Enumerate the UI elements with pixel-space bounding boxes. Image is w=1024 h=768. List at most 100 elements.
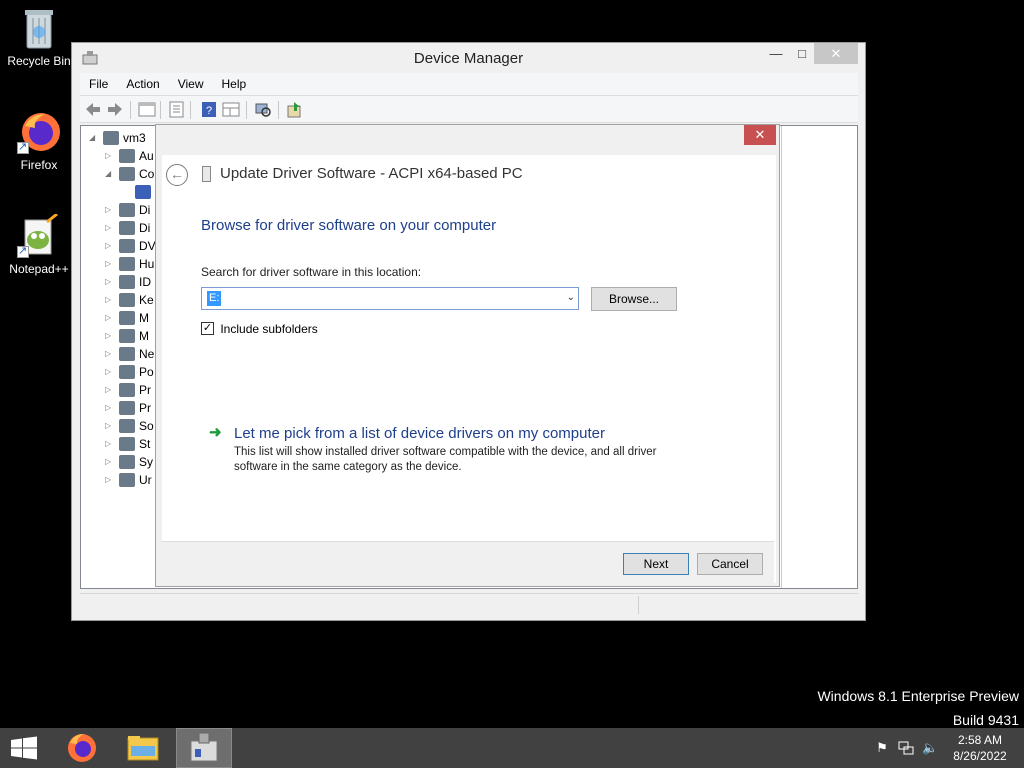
show-hide-console-tree-icon[interactable]	[138, 101, 156, 118]
window-title: Device Manager	[413, 50, 524, 67]
dialog-close-button[interactable]: ✕	[744, 125, 776, 145]
browse-button[interactable]: Browse...	[591, 287, 677, 311]
menu-file[interactable]: File	[80, 73, 117, 91]
collapsed-node-icon[interactable]: ▷	[105, 277, 115, 286]
start-button[interactable]	[0, 728, 48, 768]
tree-item[interactable]: ▷ M	[105, 328, 149, 346]
collapsed-node-icon[interactable]: ▷	[105, 313, 115, 322]
back-arrow-icon[interactable]	[84, 101, 102, 118]
folder-icon	[127, 736, 159, 761]
toolbar-separator	[130, 101, 131, 119]
update-driver-icon[interactable]	[286, 101, 304, 118]
tree-item[interactable]: ▷ Sy	[105, 454, 153, 472]
properties-icon[interactable]	[168, 101, 186, 118]
expanded-node-icon[interactable]: ◢	[105, 169, 115, 178]
back-button[interactable]: ←	[166, 164, 188, 186]
device-manager-titlebar[interactable]: Device Manager — □ ✕	[72, 43, 865, 73]
device-category-icon	[119, 310, 135, 325]
tree-item[interactable]: ◢ Co	[105, 166, 154, 184]
scan-hardware-icon[interactable]	[254, 101, 272, 118]
network-icon[interactable]	[898, 740, 914, 756]
tree-item[interactable]	[121, 184, 155, 202]
device-category-icon	[119, 346, 135, 361]
toolbar: ?	[80, 95, 858, 123]
chevron-down-icon[interactable]: ⌄	[567, 292, 575, 303]
tree-item[interactable]: ▷ ID	[105, 274, 151, 292]
tree-item[interactable]: ▷ M	[105, 310, 149, 328]
device-category-icon	[119, 292, 135, 307]
tree-item[interactable]: ◢ vm3	[89, 130, 146, 148]
pick-from-list-description: This list will show installed driver sof…	[234, 446, 657, 473]
tree-item[interactable]: ▷ Di	[105, 202, 150, 220]
minimize-button[interactable]: —	[762, 43, 790, 64]
menu-help[interactable]: Help	[213, 73, 256, 91]
forward-arrow-icon[interactable]	[106, 101, 124, 118]
taskbar-file-explorer[interactable]	[115, 728, 171, 768]
cancel-button[interactable]: Cancel	[697, 553, 763, 575]
collapsed-node-icon[interactable]: ▷	[105, 457, 115, 466]
device-icon	[202, 166, 211, 182]
tree-item[interactable]: ▷ Di	[105, 220, 150, 238]
search-location-combobox[interactable]: E: ⌄	[201, 287, 579, 310]
collapsed-node-icon[interactable]: ▷	[105, 151, 115, 160]
menu-view[interactable]: View	[169, 73, 213, 91]
tree-item[interactable]: ▷ Po	[105, 364, 154, 382]
device-category-icon	[119, 220, 135, 235]
tree-item-label: Pr	[139, 382, 151, 397]
include-subfolders-checkbox[interactable]: ✓ Include subfolders	[201, 321, 318, 336]
collapsed-node-icon[interactable]: ▷	[105, 421, 115, 430]
collapsed-node-icon[interactable]: ▷	[105, 331, 115, 340]
tree-item[interactable]: ▷ Ne	[105, 346, 154, 364]
collapsed-node-icon[interactable]: ▷	[105, 259, 115, 268]
notepadpp-icon	[17, 212, 61, 258]
desktop-icon-firefox[interactable]: Firefox	[4, 110, 74, 172]
action-center-flag-icon[interactable]: ⚑	[874, 740, 890, 756]
tree-item-label: St	[139, 436, 151, 451]
tree-item[interactable]: ▷ Pr	[105, 382, 151, 400]
tree-item[interactable]: ▷ St	[105, 436, 150, 454]
device-category-icon	[119, 256, 135, 271]
collapsed-node-icon[interactable]: ▷	[105, 475, 115, 484]
tree-item[interactable]: ▷ Ke	[105, 292, 154, 310]
next-button[interactable]: Next	[623, 553, 689, 575]
desktop-icon-notepadpp[interactable]: Notepad++	[4, 212, 74, 276]
device-category-icon	[103, 130, 119, 145]
collapsed-node-icon[interactable]: ▷	[105, 205, 115, 214]
device-category-icon	[119, 454, 135, 469]
green-arrow-icon: ➜	[209, 424, 222, 441]
taskbar-firefox[interactable]	[54, 728, 110, 768]
collapsed-node-icon[interactable]: ▷	[105, 385, 115, 394]
tree-item[interactable]: ▷ Ur	[105, 472, 152, 490]
device-category-icon	[119, 364, 135, 379]
device-category-icon	[119, 418, 135, 433]
tree-item[interactable]: ▷ So	[105, 418, 154, 436]
expanded-node-icon[interactable]: ◢	[89, 133, 99, 142]
maximize-button[interactable]: □	[788, 43, 816, 64]
collapsed-node-icon[interactable]: ▷	[105, 295, 115, 304]
close-button[interactable]: ✕	[814, 43, 858, 64]
collapsed-node-icon[interactable]: ▷	[105, 439, 115, 448]
svg-text:?: ?	[206, 105, 212, 117]
notepadpp-label: Notepad++	[9, 262, 69, 276]
tree-item-label: Ke	[139, 292, 154, 307]
checkbox-checked-icon[interactable]: ✓	[201, 322, 214, 336]
collapsed-node-icon[interactable]: ▷	[105, 241, 115, 250]
desktop-icon-recycle-bin[interactable]: Recycle Bin	[4, 6, 74, 68]
tree-item[interactable]: ▷ Au	[105, 148, 154, 166]
pick-from-list-link[interactable]: Let me pick from a list of device driver…	[234, 425, 605, 442]
collapsed-node-icon[interactable]: ▷	[105, 367, 115, 376]
collapsed-node-icon[interactable]: ▷	[105, 223, 115, 232]
menu-action[interactable]: Action	[117, 73, 168, 91]
collapsed-node-icon[interactable]: ▷	[105, 349, 115, 358]
firefox-icon	[68, 734, 96, 762]
taskbar-device-manager[interactable]	[176, 728, 232, 768]
collapsed-node-icon[interactable]: ▷	[105, 403, 115, 412]
help-icon[interactable]: ?	[200, 101, 218, 118]
tree-item[interactable]: ▷ DV	[105, 238, 156, 256]
tree-item-label: Au	[139, 148, 154, 163]
tree-item[interactable]: ▷ Hu	[105, 256, 154, 274]
view-icon[interactable]	[222, 101, 240, 118]
clock[interactable]: 2:58 AM 8/26/2022	[950, 732, 1010, 764]
volume-icon[interactable]: 🔈	[922, 740, 938, 756]
tree-item[interactable]: ▷ Pr	[105, 400, 151, 418]
